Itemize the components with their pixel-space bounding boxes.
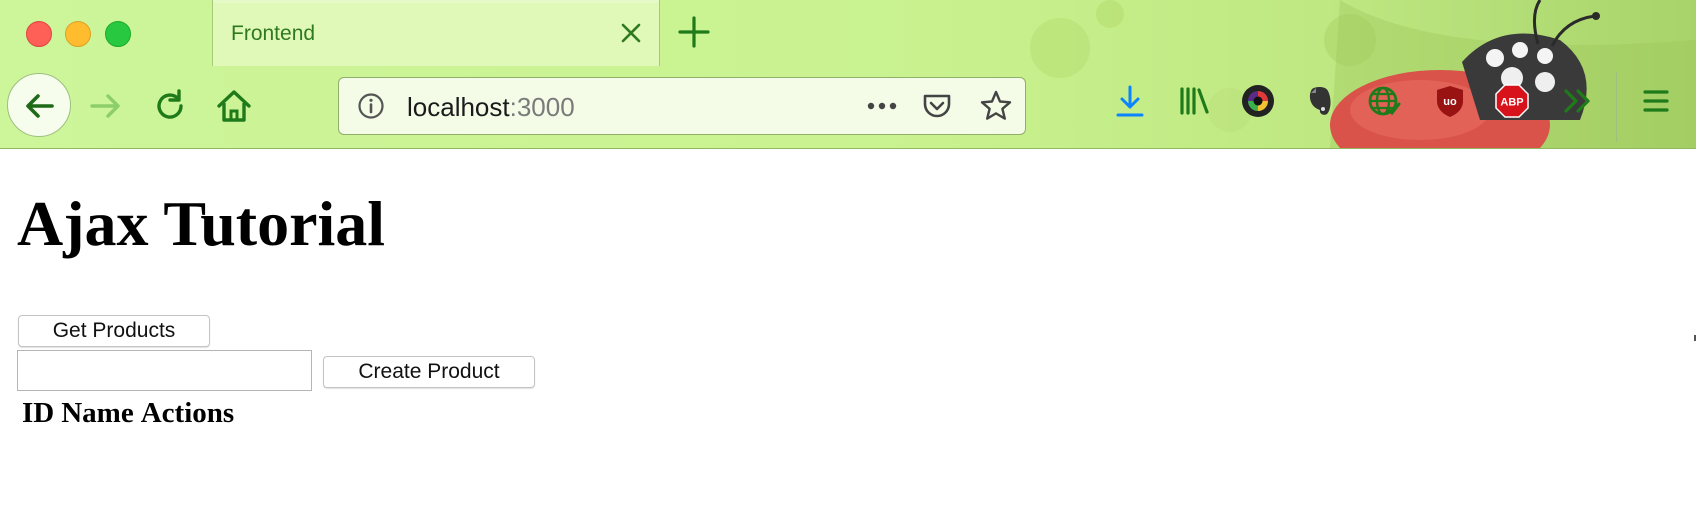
page-actions-icon[interactable] bbox=[865, 92, 899, 120]
svg-text:ABP: ABP bbox=[1500, 97, 1523, 109]
table-header-actions: Actions bbox=[140, 397, 235, 429]
url-text[interactable]: localhost:3000 bbox=[407, 92, 575, 123]
back-button[interactable] bbox=[7, 73, 71, 137]
table-header-id: ID bbox=[22, 397, 55, 429]
tab-title: Frontend bbox=[231, 22, 316, 45]
url-host: localhost bbox=[407, 92, 510, 122]
adblock-plus-icon[interactable]: ABP bbox=[1494, 83, 1530, 119]
home-icon[interactable] bbox=[214, 86, 254, 126]
forward-arrow-icon[interactable] bbox=[86, 86, 126, 126]
products-table-header: ID Name Actions bbox=[22, 397, 241, 430]
window-close-button[interactable] bbox=[26, 21, 52, 47]
page-title: Ajax Tutorial bbox=[17, 188, 386, 259]
ublock-icon[interactable]: uo bbox=[1432, 83, 1468, 119]
tab-strip: Frontend bbox=[0, 0, 1696, 66]
window-zoom-button[interactable] bbox=[105, 21, 131, 47]
camera-extension-icon[interactable] bbox=[1240, 83, 1276, 119]
hamburger-menu-icon[interactable] bbox=[1638, 83, 1674, 119]
globe-extension-icon[interactable] bbox=[1366, 83, 1402, 119]
reload-icon[interactable] bbox=[150, 86, 190, 126]
url-bar[interactable]: localhost:3000 bbox=[338, 77, 1026, 135]
overflow-chevron-icon[interactable] bbox=[1560, 83, 1596, 119]
tab-active-indicator bbox=[213, 0, 659, 3]
get-products-button[interactable]: Get Products bbox=[18, 315, 210, 347]
window-minimize-button[interactable] bbox=[65, 21, 91, 47]
site-info-icon[interactable] bbox=[357, 92, 385, 120]
toolbar-separator bbox=[1616, 72, 1617, 142]
product-name-input[interactable] bbox=[17, 350, 312, 391]
tab-frontend[interactable]: Frontend bbox=[212, 0, 660, 66]
new-tab-icon[interactable] bbox=[676, 14, 712, 50]
pocket-icon[interactable] bbox=[921, 90, 953, 122]
create-product-button[interactable]: Create Product bbox=[323, 356, 535, 388]
bookmark-star-icon[interactable] bbox=[979, 89, 1013, 123]
back-arrow-icon bbox=[26, 94, 54, 118]
navigation-toolbar: localhost:3000 uo ABP bbox=[0, 66, 1696, 148]
page-content: Ajax Tutorial Get Products Create Produc… bbox=[0, 149, 1696, 516]
browser-chrome: Frontend localhost:3000 uo ABP bbox=[0, 0, 1696, 149]
close-tab-icon[interactable] bbox=[617, 19, 645, 47]
download-icon[interactable] bbox=[1112, 83, 1148, 119]
svg-text:uo: uo bbox=[1443, 96, 1457, 108]
evernote-icon[interactable] bbox=[1302, 83, 1338, 119]
library-icon[interactable] bbox=[1176, 83, 1212, 119]
table-header-name: Name bbox=[61, 397, 134, 429]
url-port: :3000 bbox=[509, 92, 575, 122]
